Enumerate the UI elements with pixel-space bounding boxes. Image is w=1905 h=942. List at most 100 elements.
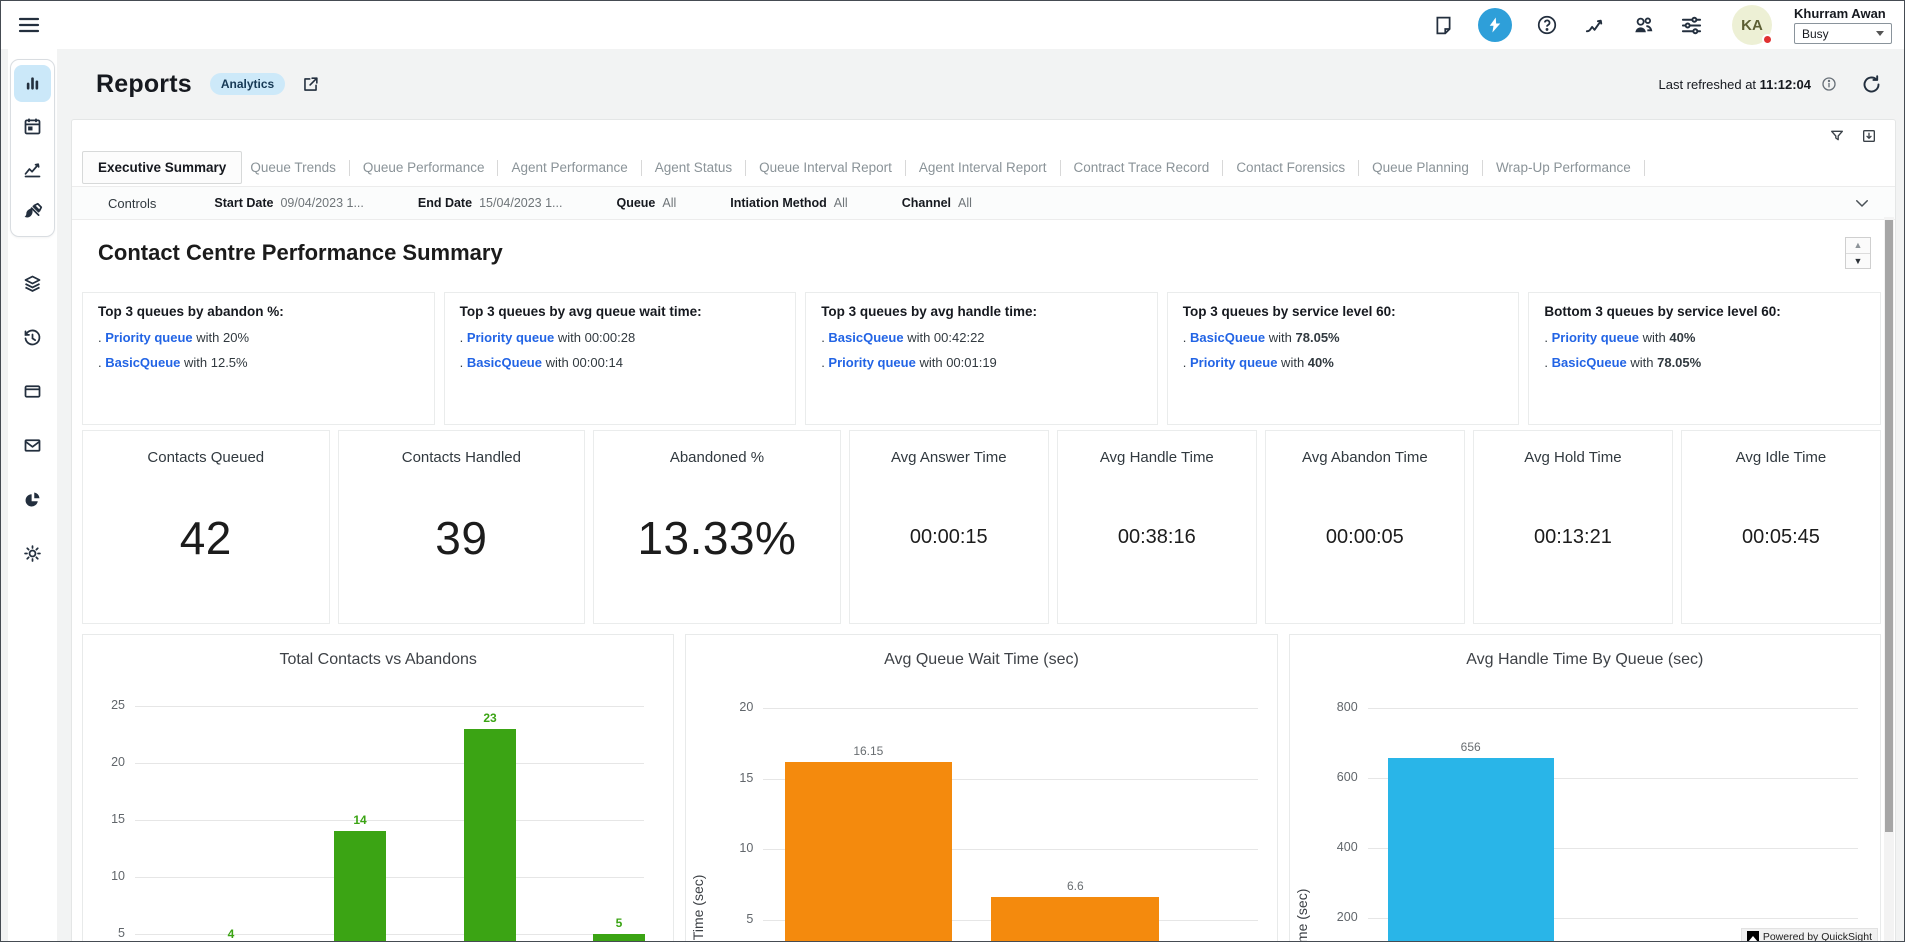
- report-panel: Executive Summary Queue Trends Queue Perfo…: [71, 119, 1896, 942]
- kpi-value-wrap: 00:05:45: [1682, 466, 1880, 623]
- bar-value-label: 23: [455, 711, 525, 725]
- filter-end-date[interactable]: End Date15/04/2023 1...: [418, 196, 563, 210]
- help-icon[interactable]: [1534, 12, 1560, 38]
- sidebar-list: [14, 265, 51, 572]
- kpi-card-avg-hold-time: Avg Hold Time00:13:21: [1473, 430, 1673, 624]
- sidebar-item-settings[interactable]: [14, 535, 51, 572]
- y-axis-label: Avg Queue Wait Time (sec): [690, 745, 706, 942]
- queue-link[interactable]: BasicQueue: [105, 355, 180, 370]
- sidebar-item-history[interactable]: [14, 319, 51, 356]
- external-link-icon[interactable]: [301, 75, 320, 94]
- queue-link[interactable]: BasicQueue: [1552, 355, 1627, 370]
- preferences-icon[interactable]: [1678, 12, 1704, 38]
- tab-contract-trace-record[interactable]: Contract Trace Record: [1074, 160, 1210, 175]
- filter-value: 09/04/2023 1...: [280, 196, 363, 210]
- tab-contact-forensics[interactable]: Contact Forensics: [1236, 160, 1345, 175]
- sidebar-item-bar-chart[interactable]: [14, 65, 51, 102]
- insight-card-title: Bottom 3 queues by service level 60:: [1544, 304, 1865, 319]
- filter-value: 15/04/2023 1...: [479, 196, 562, 210]
- refresh-icon[interactable]: [1861, 74, 1882, 95]
- kpi-card-abandoned-: Abandoned %13.33%: [593, 430, 841, 624]
- kpi-title: Avg Idle Time: [1736, 449, 1827, 466]
- agents-icon[interactable]: [1630, 12, 1656, 38]
- kpi-value-wrap: 00:38:16: [1058, 466, 1256, 623]
- insight-card-title: Top 3 queues by avg handle time:: [821, 304, 1142, 319]
- insight-line: . Priority queue with 20%: [98, 328, 419, 347]
- tab-executive-summary[interactable]: Executive Summary: [82, 151, 242, 184]
- insight-line: . BasicQueue with 00:42:22: [821, 328, 1142, 347]
- bar[interactable]: [785, 762, 952, 942]
- y-tick-label: 400: [1316, 840, 1358, 854]
- summary-heading: Contact Centre Performance Summary: [82, 240, 503, 266]
- insight-card: Top 3 queues by avg handle time: . BasicQ…: [805, 292, 1158, 425]
- queue-link[interactable]: Priority queue: [467, 330, 554, 345]
- info-icon[interactable]: [1821, 76, 1837, 92]
- kpi-card-avg-answer-time: Avg Answer Time00:00:15: [849, 430, 1049, 624]
- vertical-scrollbar[interactable]: [1884, 217, 1894, 942]
- flash-icon[interactable]: [1478, 8, 1512, 42]
- controls-collapse-icon[interactable]: [1853, 194, 1871, 212]
- insight-value: 00:00:28: [585, 330, 636, 345]
- export-icon[interactable]: [1861, 128, 1877, 144]
- last-refreshed: Last refreshed at 11:12:04: [1658, 77, 1811, 92]
- bar[interactable]: [593, 934, 645, 942]
- bar-value-label: 5: [584, 916, 654, 930]
- queue-link[interactable]: BasicQueue: [828, 330, 903, 345]
- filter-queue[interactable]: QueueAll: [616, 196, 676, 210]
- insight-value: 40%: [1669, 330, 1695, 345]
- sidebar-item-window[interactable]: [14, 373, 51, 410]
- insight-value: 78.05%: [1657, 355, 1701, 370]
- filter-value: All: [662, 196, 676, 210]
- spinner-down-icon[interactable]: ▼: [1846, 254, 1870, 269]
- kpi-value-wrap: 00:13:21: [1474, 466, 1672, 623]
- topbar-actions: KA Khurram Awan Busy: [1430, 5, 1892, 45]
- sidebar-item-calendar[interactable]: [14, 108, 51, 145]
- tab-queue-interval-report[interactable]: Queue Interval Report: [759, 160, 892, 175]
- metrics-icon[interactable]: [1582, 12, 1608, 38]
- bar-value-label: 4: [196, 927, 266, 941]
- spinner-up-icon[interactable]: ▲: [1846, 238, 1870, 254]
- bar[interactable]: [991, 897, 1159, 942]
- queue-link[interactable]: BasicQueue: [467, 355, 542, 370]
- tab-wrap-up-performance[interactable]: Wrap-Up Performance: [1496, 160, 1631, 175]
- insight-card-title: Top 3 queues by abandon %:: [98, 304, 419, 319]
- filter-start-date[interactable]: Start Date09/04/2023 1...: [214, 196, 363, 210]
- tab-agent-status[interactable]: Agent Status: [655, 160, 732, 175]
- insight-line: . Priority queue with 00:00:28: [460, 328, 781, 347]
- insight-card: Bottom 3 queues by service level 60: . Pr…: [1528, 292, 1881, 425]
- filter-channel[interactable]: ChannelAll: [902, 196, 972, 210]
- filter-intiation-method[interactable]: Intiation MethodAll: [730, 196, 847, 210]
- tab-queue-trends[interactable]: Queue Trends: [250, 160, 336, 175]
- sidebar-item-pie-chart[interactable]: [14, 481, 51, 518]
- tab-queue-performance[interactable]: Queue Performance: [363, 160, 485, 175]
- last-refreshed-time: 11:12:04: [1760, 77, 1811, 92]
- queue-link[interactable]: Priority queue: [1552, 330, 1639, 345]
- notes-icon[interactable]: [1430, 12, 1456, 38]
- queue-link[interactable]: Priority queue: [1190, 355, 1277, 370]
- tab-agent-performance[interactable]: Agent Performance: [511, 160, 627, 175]
- bar[interactable]: [334, 831, 386, 942]
- sidebar-item-line-chart[interactable]: [14, 151, 51, 188]
- status-select[interactable]: Busy: [1794, 23, 1892, 44]
- bar[interactable]: [464, 729, 516, 942]
- avatar[interactable]: KA: [1732, 5, 1772, 45]
- kpi-value: 00:00:15: [910, 526, 988, 549]
- queue-link[interactable]: BasicQueue: [1190, 330, 1265, 345]
- insight-card: Top 3 queues by avg queue wait time:. Pr…: [444, 292, 797, 425]
- queue-link[interactable]: Priority queue: [828, 355, 915, 370]
- sidebar-item-layers[interactable]: [14, 265, 51, 302]
- tab-separator: [1358, 160, 1359, 176]
- hamburger-menu-icon[interactable]: [17, 12, 43, 38]
- bar[interactable]: [1388, 758, 1554, 942]
- kpi-value: 00:05:45: [1742, 526, 1820, 549]
- scrollbar-thumb[interactable]: [1885, 220, 1893, 832]
- queue-link[interactable]: Priority queue: [105, 330, 192, 345]
- quicksight-label: Powered by QuickSight: [1763, 931, 1872, 942]
- filter-icon[interactable]: [1829, 128, 1845, 144]
- tab-agent-interval-report[interactable]: Agent Interval Report: [919, 160, 1047, 175]
- insight-line: . Priority queue with 40%: [1544, 328, 1865, 347]
- controls-bar: Controls Start Date09/04/2023 1...End Da…: [72, 186, 1895, 220]
- tab-queue-planning[interactable]: Queue Planning: [1372, 160, 1469, 175]
- sidebar-item-design[interactable]: [14, 194, 51, 231]
- sidebar-item-mail[interactable]: [14, 427, 51, 464]
